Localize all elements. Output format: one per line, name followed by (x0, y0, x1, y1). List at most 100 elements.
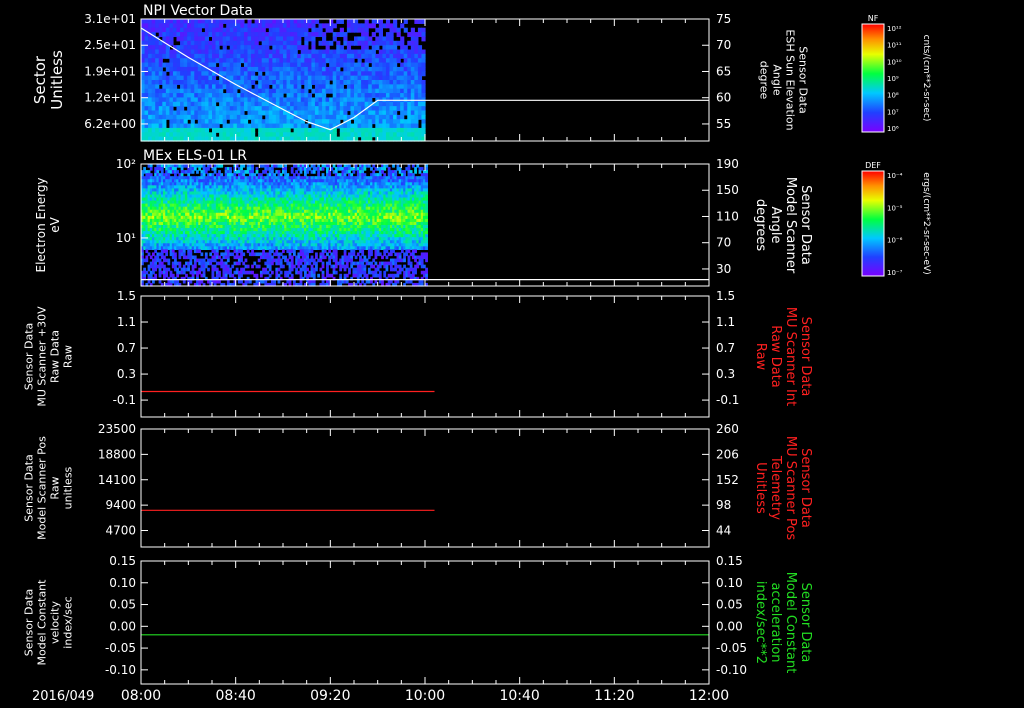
spectrogram-cell (187, 36, 192, 42)
spectrogram-cell (201, 106, 206, 112)
spectrogram-cell (226, 27, 231, 33)
spectrogram-cell (364, 132, 369, 138)
spectrogram-cell (172, 132, 178, 138)
spectrogram-cell (403, 132, 408, 138)
spectrogram-cell (389, 88, 394, 94)
spectrogram-cell (343, 93, 348, 99)
spectrogram-cell (212, 114, 217, 120)
spectrogram-cell (368, 114, 373, 120)
spectrogram-cell (158, 127, 163, 133)
spectrogram-cell (403, 101, 408, 107)
spectrogram-cell (393, 88, 398, 94)
spectrogram-cell (247, 23, 252, 29)
spectrogram-cell (297, 132, 302, 138)
spectrogram-cell (354, 84, 359, 90)
spectrogram-cell (371, 71, 376, 77)
spectrogram-cell (261, 58, 266, 64)
spectrogram-cell (254, 45, 259, 51)
spectrogram-cell (417, 27, 423, 33)
spectrogram-cell (414, 132, 419, 138)
spectrogram-cell (141, 114, 146, 120)
spectrogram-cell (169, 66, 174, 72)
spectrogram-cell (357, 93, 362, 99)
spectrogram-cell (403, 53, 408, 59)
spectrogram-cell (336, 53, 341, 59)
spectrogram-cell (212, 97, 217, 103)
spectrogram-cell (393, 93, 398, 99)
spectrogram-cell (357, 119, 362, 125)
spectrogram-cell (368, 97, 373, 103)
spectrogram-cell (275, 23, 281, 29)
spectrogram-cell (243, 127, 249, 133)
spectrogram-cell (212, 53, 217, 59)
spectrogram-cell (293, 75, 298, 81)
spectrogram-cell (180, 132, 185, 138)
spectrogram-cell (254, 58, 259, 64)
spectrogram-cell (155, 66, 160, 72)
spectrogram-cell (247, 19, 252, 24)
spectrogram-cell (389, 101, 394, 107)
spectrogram-cell (226, 36, 231, 42)
spectrogram-cell (421, 123, 426, 129)
spectrogram-cell (215, 45, 220, 51)
spectrogram-cell (158, 106, 163, 112)
spectrogram-cell (293, 45, 298, 51)
spectrogram-cell (368, 71, 373, 77)
spectrogram-cell (403, 110, 408, 116)
spectrogram-cell (155, 62, 160, 68)
spectrogram-cell (304, 114, 309, 120)
spectrogram-cell (354, 75, 359, 81)
spectrogram-cell (293, 62, 298, 68)
spectrogram-cell (226, 58, 231, 64)
spectrogram-cell (393, 101, 398, 107)
plot-canvas: NF10¹²10¹¹10¹⁰10⁹10⁸10⁷10⁶cnts/(cm**2-sr… (22, 3, 931, 704)
spectrogram-cell (169, 101, 174, 107)
spectrogram-cell (172, 114, 178, 120)
spectrogram-cell (222, 71, 227, 77)
spectrogram-cell (307, 53, 312, 59)
spectrogram-cell (233, 75, 238, 81)
spectrogram-cell (172, 119, 178, 125)
spectrogram-cell (403, 49, 408, 55)
spectrogram-cell (286, 101, 291, 107)
spectrogram-cell (247, 71, 252, 77)
spectrogram-cell (190, 127, 195, 133)
spectrogram-cell (201, 66, 206, 72)
spectrogram-cell (240, 53, 245, 59)
spectrogram-cell (290, 84, 295, 90)
spectrogram-cell (261, 49, 266, 55)
spectrogram-cell (141, 88, 146, 94)
spectrogram-cell (151, 80, 156, 85)
spectrogram-cell (201, 45, 206, 51)
spectrogram-cell (322, 53, 327, 59)
spectrogram-cell (336, 40, 341, 46)
spectrogram-cell (155, 84, 160, 90)
spectrogram-cell (229, 27, 234, 33)
spectrogram-cell (385, 88, 391, 94)
spectrogram-cell (304, 49, 309, 55)
spectrogram-cell (194, 101, 199, 107)
spectrogram-cell (240, 27, 245, 33)
spectrogram-cell (162, 110, 167, 116)
spectrogram-cell (258, 23, 263, 29)
spectrogram-cell (307, 36, 312, 42)
spectrogram-cell (215, 110, 220, 116)
spectrogram-cell (393, 80, 398, 85)
spectrogram-cell (197, 40, 202, 46)
spectrogram-cell (180, 27, 185, 33)
spectrogram-cell (222, 49, 227, 55)
spectrogram-cell (385, 62, 391, 68)
spectrogram-cell (226, 106, 231, 112)
spectrogram-cell (158, 53, 163, 59)
colorbar-units: cnts/(cm**2-sr-sec) (921, 35, 931, 122)
spectrogram-cell (261, 127, 266, 133)
spectrogram-cell (272, 110, 277, 116)
spectrogram-cell (389, 84, 394, 90)
spectrogram-cell (141, 127, 146, 133)
spectrogram-cell (247, 110, 252, 116)
spectrogram-cell (350, 49, 355, 55)
spectrogram-cell (183, 32, 188, 38)
spectrogram-cell (400, 93, 405, 99)
spectrogram-cell (233, 49, 238, 55)
spectrogram-cell (155, 71, 160, 77)
